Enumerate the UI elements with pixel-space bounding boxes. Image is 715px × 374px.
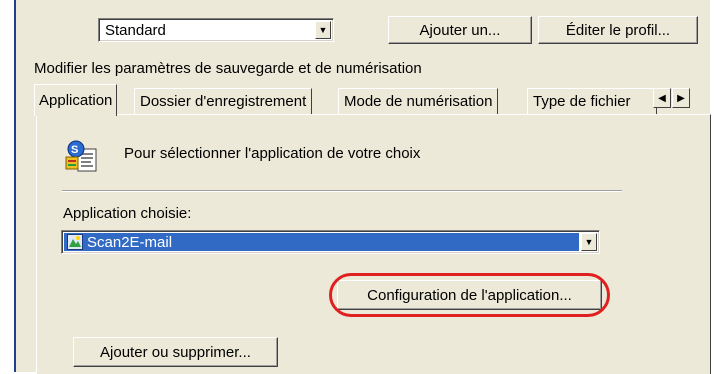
chosen-app-value: Scan2E-mail	[87, 234, 173, 251]
chevron-down-icon[interactable]: ▼	[315, 21, 331, 39]
separator	[62, 190, 622, 192]
section-label: Modifier les paramètres de sauvegarde et…	[34, 60, 422, 77]
tab-label: Dossier d'enregistrement	[140, 93, 307, 110]
arrow-right-icon[interactable]: ▶	[672, 88, 690, 108]
panel-description: Pour sélectionner l'application de votre…	[124, 145, 421, 162]
profile-select[interactable]: Standard ▼	[98, 18, 334, 42]
chosen-app-label: Application choisie:	[63, 205, 192, 222]
tab-panel-application: S Pour sélectionner l'application de vot…	[36, 114, 711, 374]
profile-select-value: Standard	[105, 22, 166, 39]
highlight-callout	[329, 273, 610, 317]
tab-scan-mode[interactable]: Mode de numérisation	[338, 88, 499, 114]
application-settings-icon: S	[64, 139, 100, 175]
chosen-app-select[interactable]: Scan2E-mail ▼	[61, 230, 600, 254]
scan2email-icon	[67, 234, 83, 250]
tab-application[interactable]: Application	[34, 84, 118, 116]
arrow-left-icon[interactable]: ◀	[653, 88, 671, 108]
tab-label: Mode de numérisation	[344, 93, 493, 110]
tab-label: Application	[39, 92, 113, 109]
chevron-down-icon[interactable]: ▼	[581, 233, 597, 251]
svg-text:S: S	[71, 144, 78, 156]
edit-profile-button[interactable]: Éditer le profil...	[538, 16, 698, 44]
scan-settings-window: Standard ▼ Ajouter un... Éditer le profi…	[14, 0, 711, 374]
tab-label: Type de fichier	[533, 93, 631, 110]
tab-save-folder[interactable]: Dossier d'enregistrement	[134, 88, 313, 114]
add-remove-button[interactable]: Ajouter ou supprimer...	[73, 337, 278, 367]
add-profile-button[interactable]: Ajouter un...	[388, 16, 532, 44]
tab-file-type[interactable]: Type de fichier	[527, 88, 657, 114]
